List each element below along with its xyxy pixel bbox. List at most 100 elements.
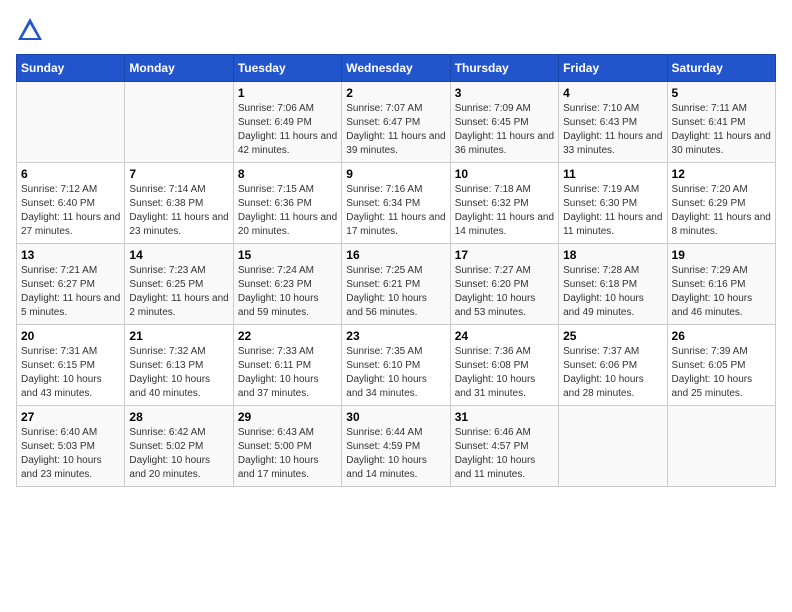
logo-icon (16, 16, 44, 44)
day-number: 19 (672, 248, 771, 262)
day-number: 29 (238, 410, 337, 424)
day-number: 3 (455, 86, 554, 100)
day-number: 4 (563, 86, 662, 100)
day-info: Sunrise: 7:16 AM Sunset: 6:34 PM Dayligh… (346, 183, 445, 239)
calendar-cell: 13 Sunrise: 7:21 AM Sunset: 6:27 PM Dayli… (17, 244, 125, 325)
calendar-week-row: 27 Sunrise: 6:40 AM Sunset: 5:03 PM Dayli… (17, 406, 776, 487)
calendar-cell: 28 Sunrise: 6:42 AM Sunset: 5:02 PM Dayli… (125, 406, 233, 487)
header-day-sunday: Sunday (17, 55, 125, 82)
calendar-cell: 1 Sunrise: 7:06 AM Sunset: 6:49 PM Daylig… (233, 82, 341, 163)
calendar-week-row: 1 Sunrise: 7:06 AM Sunset: 6:49 PM Daylig… (17, 82, 776, 163)
calendar-cell: 14 Sunrise: 7:23 AM Sunset: 6:25 PM Dayli… (125, 244, 233, 325)
day-number: 26 (672, 329, 771, 343)
day-number: 15 (238, 248, 337, 262)
day-info: Sunrise: 7:23 AM Sunset: 6:25 PM Dayligh… (129, 264, 228, 320)
day-info: Sunrise: 6:42 AM Sunset: 5:02 PM Dayligh… (129, 426, 228, 482)
day-number: 12 (672, 167, 771, 181)
page-header (16, 16, 776, 44)
day-info: Sunrise: 7:07 AM Sunset: 6:47 PM Dayligh… (346, 102, 445, 158)
calendar-cell: 9 Sunrise: 7:16 AM Sunset: 6:34 PM Daylig… (342, 163, 450, 244)
day-info: Sunrise: 7:39 AM Sunset: 6:05 PM Dayligh… (672, 345, 771, 401)
day-number: 18 (563, 248, 662, 262)
day-info: Sunrise: 7:31 AM Sunset: 6:15 PM Dayligh… (21, 345, 120, 401)
day-number: 7 (129, 167, 228, 181)
day-info: Sunrise: 7:18 AM Sunset: 6:32 PM Dayligh… (455, 183, 554, 239)
day-number: 30 (346, 410, 445, 424)
day-number: 14 (129, 248, 228, 262)
day-info: Sunrise: 6:46 AM Sunset: 4:57 PM Dayligh… (455, 426, 554, 482)
day-number: 9 (346, 167, 445, 181)
calendar-cell: 20 Sunrise: 7:31 AM Sunset: 6:15 PM Dayli… (17, 325, 125, 406)
logo (16, 16, 48, 44)
day-number: 31 (455, 410, 554, 424)
calendar-cell: 10 Sunrise: 7:18 AM Sunset: 6:32 PM Dayli… (450, 163, 558, 244)
calendar-cell (667, 406, 775, 487)
day-info: Sunrise: 7:09 AM Sunset: 6:45 PM Dayligh… (455, 102, 554, 158)
day-info: Sunrise: 7:15 AM Sunset: 6:36 PM Dayligh… (238, 183, 337, 239)
day-number: 2 (346, 86, 445, 100)
day-number: 17 (455, 248, 554, 262)
calendar-cell: 5Sunrise: 7:11 AM Sunset: 6:41 PM Daylig… (667, 82, 775, 163)
calendar-cell: 6 Sunrise: 7:12 AM Sunset: 6:40 PM Daylig… (17, 163, 125, 244)
day-number: 28 (129, 410, 228, 424)
header-day-friday: Friday (559, 55, 667, 82)
day-info: Sunrise: 7:12 AM Sunset: 6:40 PM Dayligh… (21, 183, 120, 239)
day-info: Sunrise: 7:37 AM Sunset: 6:06 PM Dayligh… (563, 345, 662, 401)
calendar-cell (17, 82, 125, 163)
calendar-week-row: 13 Sunrise: 7:21 AM Sunset: 6:27 PM Dayli… (17, 244, 776, 325)
day-info: Sunrise: 7:33 AM Sunset: 6:11 PM Dayligh… (238, 345, 337, 401)
day-info: Sunrise: 7:25 AM Sunset: 6:21 PM Dayligh… (346, 264, 445, 320)
calendar-cell: 8 Sunrise: 7:15 AM Sunset: 6:36 PM Daylig… (233, 163, 341, 244)
day-number: 20 (21, 329, 120, 343)
calendar-cell: 22 Sunrise: 7:33 AM Sunset: 6:11 PM Dayli… (233, 325, 341, 406)
calendar-cell: 3 Sunrise: 7:09 AM Sunset: 6:45 PM Daylig… (450, 82, 558, 163)
day-number: 27 (21, 410, 120, 424)
calendar-header-row: SundayMondayTuesdayWednesdayThursdayFrid… (17, 55, 776, 82)
header-day-saturday: Saturday (667, 55, 775, 82)
day-number: 22 (238, 329, 337, 343)
calendar-cell: 18 Sunrise: 7:28 AM Sunset: 6:18 PM Dayli… (559, 244, 667, 325)
calendar-cell: 23Sunrise: 7:35 AM Sunset: 6:10 PM Dayli… (342, 325, 450, 406)
day-info: Sunrise: 6:40 AM Sunset: 5:03 PM Dayligh… (21, 426, 120, 482)
calendar-cell: 29Sunrise: 6:43 AM Sunset: 5:00 PM Dayli… (233, 406, 341, 487)
calendar-cell: 7 Sunrise: 7:14 AM Sunset: 6:38 PM Daylig… (125, 163, 233, 244)
day-number: 21 (129, 329, 228, 343)
calendar-cell: 16 Sunrise: 7:25 AM Sunset: 6:21 PM Dayli… (342, 244, 450, 325)
calendar-cell: 31 Sunrise: 6:46 AM Sunset: 4:57 PM Dayli… (450, 406, 558, 487)
day-number: 6 (21, 167, 120, 181)
calendar-cell: 21 Sunrise: 7:32 AM Sunset: 6:13 PM Dayli… (125, 325, 233, 406)
day-info: Sunrise: 7:14 AM Sunset: 6:38 PM Dayligh… (129, 183, 228, 239)
day-info: Sunrise: 7:24 AM Sunset: 6:23 PM Dayligh… (238, 264, 337, 320)
calendar-cell: 30Sunrise: 6:44 AM Sunset: 4:59 PM Dayli… (342, 406, 450, 487)
header-day-wednesday: Wednesday (342, 55, 450, 82)
header-day-thursday: Thursday (450, 55, 558, 82)
header-day-monday: Monday (125, 55, 233, 82)
day-info: Sunrise: 7:29 AM Sunset: 6:16 PM Dayligh… (672, 264, 771, 320)
day-info: Sunrise: 7:28 AM Sunset: 6:18 PM Dayligh… (563, 264, 662, 320)
calendar-cell (559, 406, 667, 487)
day-info: Sunrise: 7:21 AM Sunset: 6:27 PM Dayligh… (21, 264, 120, 320)
day-number: 11 (563, 167, 662, 181)
day-info: Sunrise: 7:20 AM Sunset: 6:29 PM Dayligh… (672, 183, 771, 239)
calendar-cell: 27 Sunrise: 6:40 AM Sunset: 5:03 PM Dayli… (17, 406, 125, 487)
calendar-cell: 2 Sunrise: 7:07 AM Sunset: 6:47 PM Daylig… (342, 82, 450, 163)
day-info: Sunrise: 7:36 AM Sunset: 6:08 PM Dayligh… (455, 345, 554, 401)
calendar-week-row: 6 Sunrise: 7:12 AM Sunset: 6:40 PM Daylig… (17, 163, 776, 244)
day-number: 10 (455, 167, 554, 181)
calendar-cell: 26 Sunrise: 7:39 AM Sunset: 6:05 PM Dayli… (667, 325, 775, 406)
header-day-tuesday: Tuesday (233, 55, 341, 82)
day-info: Sunrise: 7:27 AM Sunset: 6:20 PM Dayligh… (455, 264, 554, 320)
day-number: 8 (238, 167, 337, 181)
day-info: Sunrise: 7:06 AM Sunset: 6:49 PM Dayligh… (238, 102, 337, 158)
day-number: 13 (21, 248, 120, 262)
day-number: 1 (238, 86, 337, 100)
day-info: Sunrise: 7:10 AM Sunset: 6:43 PM Dayligh… (563, 102, 662, 158)
calendar-cell: 11 Sunrise: 7:19 AM Sunset: 6:30 PM Dayli… (559, 163, 667, 244)
day-number: 16 (346, 248, 445, 262)
day-info: Sunrise: 7:19 AM Sunset: 6:30 PM Dayligh… (563, 183, 662, 239)
calendar-cell: 15 Sunrise: 7:24 AM Sunset: 6:23 PM Dayli… (233, 244, 341, 325)
calendar-cell (125, 82, 233, 163)
day-number: 24 (455, 329, 554, 343)
day-info: Sunrise: 7:32 AM Sunset: 6:13 PM Dayligh… (129, 345, 228, 401)
calendar-cell: 19 Sunrise: 7:29 AM Sunset: 6:16 PM Dayli… (667, 244, 775, 325)
